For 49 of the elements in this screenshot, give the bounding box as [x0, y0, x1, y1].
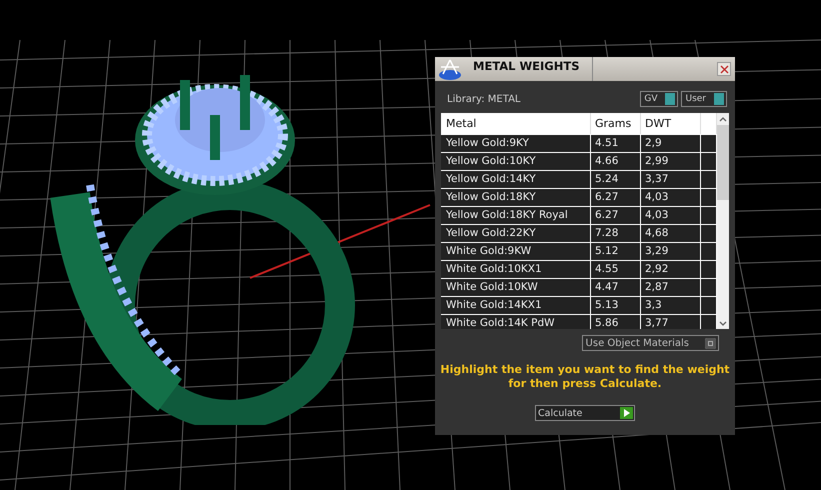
table-cell[interactable]: 3,3 — [641, 297, 701, 314]
table-cell[interactable]: 3,77 — [641, 315, 701, 329]
table-cell[interactable]: Yellow Gold:14KY — [441, 171, 591, 188]
table-cell[interactable]: White Gold:10KW — [441, 279, 591, 296]
scroll-down-icon[interactable] — [719, 321, 727, 326]
table-cell[interactable]: Yellow Gold:18KY Royal — [441, 207, 591, 224]
table-cell[interactable]: 4,03 — [641, 207, 701, 224]
table-cell[interactable]: White Gold:14KX1 — [441, 297, 591, 314]
play-icon — [624, 409, 630, 417]
table-cell[interactable]: 4,68 — [641, 225, 701, 242]
table-cell[interactable]: Yellow Gold:22KY — [441, 225, 591, 242]
column-header: Grams — [591, 113, 641, 134]
calculate-button[interactable]: Calculate — [535, 405, 635, 421]
table-cell[interactable]: 5.86 — [591, 315, 641, 329]
instruction-text: Highlight the item you want to find the weight for then press Calculate. — [439, 363, 731, 391]
table-cell[interactable]: Yellow Gold:10KY — [441, 153, 591, 170]
table-cell[interactable]: 4.66 — [591, 153, 641, 170]
table-cell[interactable]: 2,9 — [641, 135, 701, 152]
table-cell[interactable]: Yellow Gold:18KY — [441, 189, 591, 206]
close-button[interactable] — [717, 62, 731, 76]
table-cell[interactable]: 7.28 — [591, 225, 641, 242]
table-cell[interactable]: 2,92 — [641, 261, 701, 278]
table-cell[interactable]: White Gold:14K PdW — [441, 315, 591, 329]
table-cell[interactable]: 2,87 — [641, 279, 701, 296]
table-cell[interactable]: 3,29 — [641, 243, 701, 260]
table-cell[interactable]: 4,03 — [641, 189, 701, 206]
column-header: DWT — [641, 113, 701, 134]
scroll-up-icon[interactable] — [719, 117, 727, 122]
table-cell[interactable]: 2,99 — [641, 153, 701, 170]
library-label: Library: METAL — [447, 94, 520, 104]
table-cell[interactable]: White Gold:10KX1 — [441, 261, 591, 278]
table-cell[interactable]: 4.47 — [591, 279, 641, 296]
dropdown[interactable]: GV — [640, 91, 678, 107]
table-cell[interactable]: 6.27 — [591, 207, 641, 224]
use-object-materials-toggle[interactable]: Use Object Materials — [582, 335, 719, 351]
scrollbar[interactable] — [717, 113, 729, 329]
table-cell[interactable]: 6.27 — [591, 189, 641, 206]
table-cell[interactable]: 4.55 — [591, 261, 641, 278]
table-cell[interactable]: 5.12 — [591, 243, 641, 260]
panel-title: METAL WEIGHTS — [467, 57, 592, 81]
table-cell[interactable]: 5.13 — [591, 297, 641, 314]
column-header: Metal — [441, 113, 591, 134]
scale-icon — [437, 57, 463, 81]
table-cell[interactable]: Yellow Gold:9KY — [441, 135, 591, 152]
dropdown[interactable]: User — [681, 91, 727, 107]
table-cell[interactable]: 3,37 — [641, 171, 701, 188]
table-cell[interactable]: 4.51 — [591, 135, 641, 152]
table-cell[interactable]: 5.24 — [591, 171, 641, 188]
table-cell[interactable]: White Gold:9KW — [441, 243, 591, 260]
